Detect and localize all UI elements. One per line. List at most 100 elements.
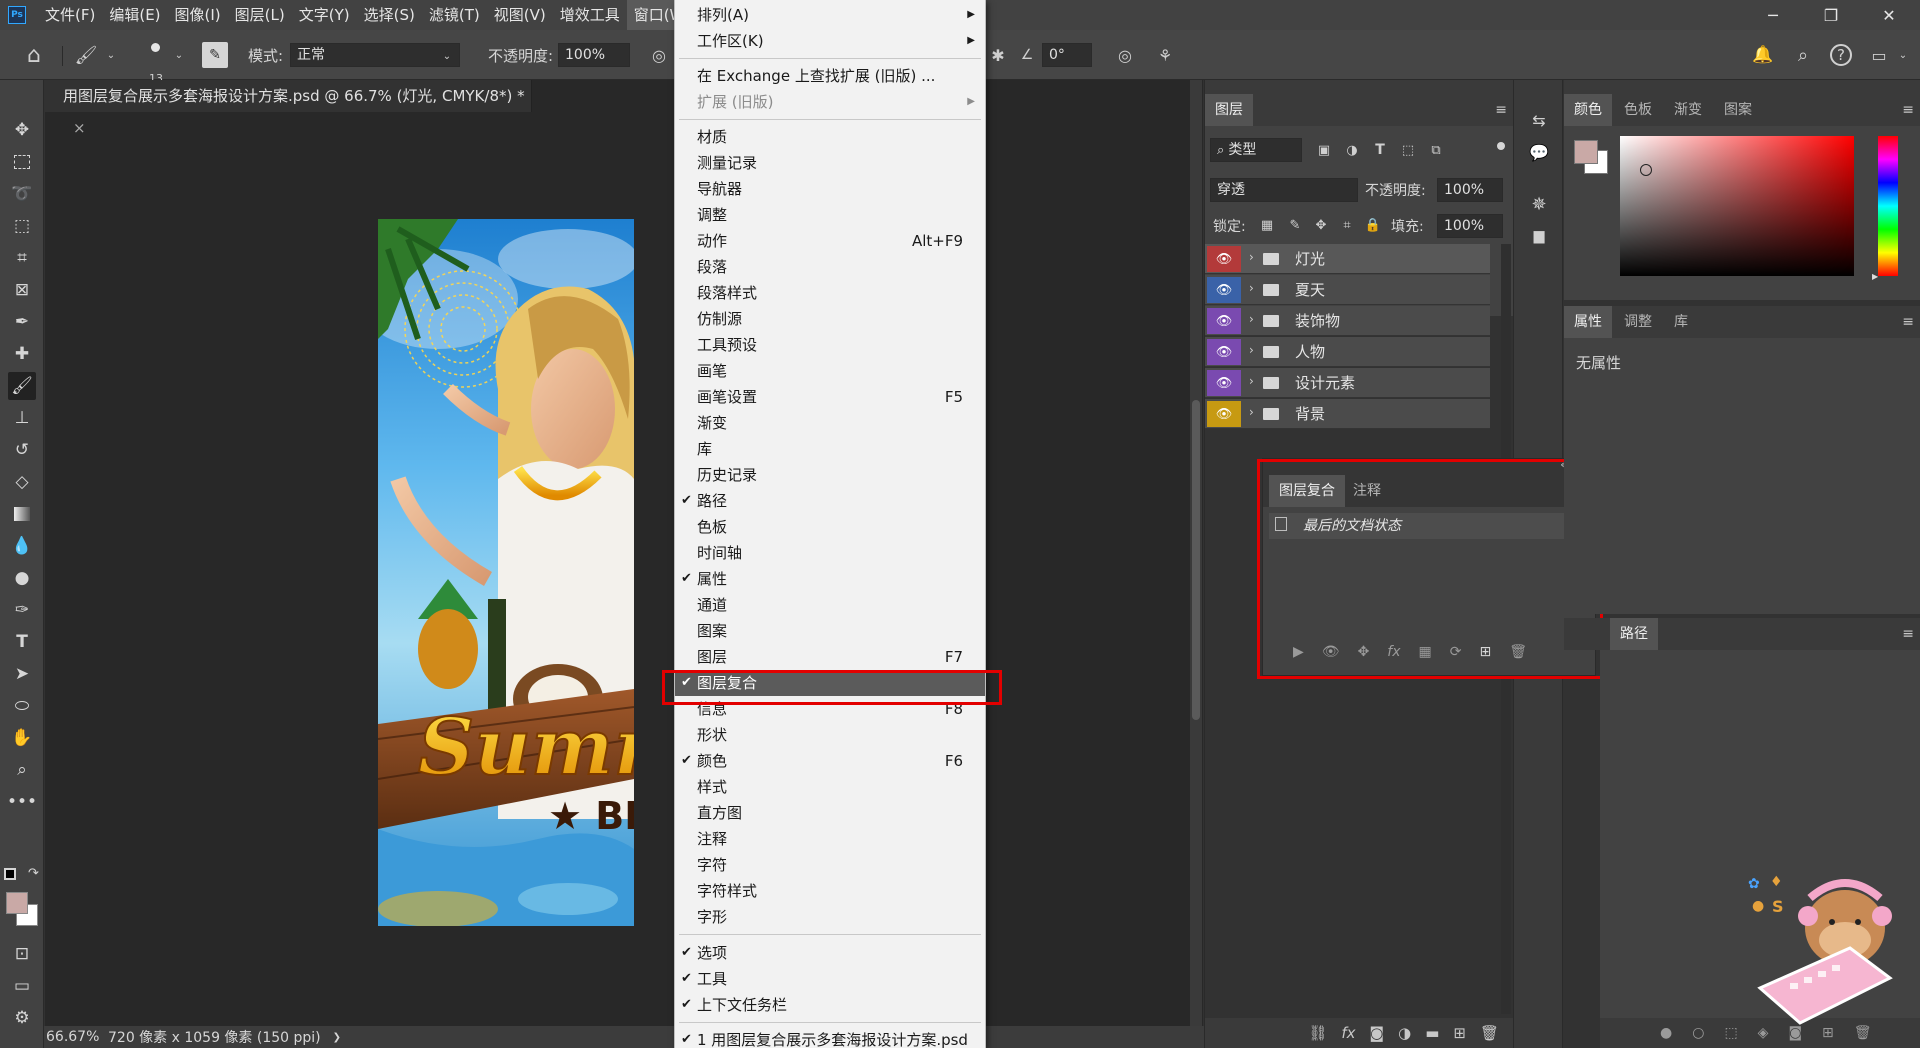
window-menu-item-33[interactable]: 字符样式 <box>675 878 985 904</box>
blend-mode-select[interactable]: 穿透 <box>1210 178 1358 202</box>
default-colors-icon[interactable] <box>4 868 16 880</box>
window-menu-item-14[interactable]: 画笔设置 F5 <box>675 384 985 410</box>
window-menu-item-35[interactable]: ✔ 选项 <box>675 940 985 966</box>
load-selection-icon[interactable]: ⬚ <box>1724 1025 1737 1041</box>
window-menu-item-1[interactable]: 工作区(K) ▶ <box>675 28 985 54</box>
new-layer-icon[interactable]: ⊞ <box>1453 1024 1466 1042</box>
window-menu-item-20[interactable]: 时间轴 <box>675 540 985 566</box>
window-menu-item-31[interactable]: 注释 <box>675 826 985 852</box>
lock-image-icon[interactable]: ✎ <box>1285 214 1305 236</box>
filter-smart-object-icon[interactable]: ⧉ <box>1425 138 1447 162</box>
expand-chevron-icon[interactable]: › <box>1249 250 1254 264</box>
symmetry-icon[interactable]: ⚘ <box>1152 42 1178 68</box>
window-menu-item-38[interactable]: ✔ 1 用图层复合展示多套海报设计方案.psd <box>675 1027 985 1048</box>
layer-row[interactable]: 👁 › 装饰物 <box>1205 306 1490 336</box>
tab-libraries[interactable]: 库 <box>1664 306 1698 338</box>
hue-slider-handle[interactable]: ▶ <box>1872 272 1878 281</box>
clone-stamp-tool-icon[interactable]: ⊥ <box>8 404 36 432</box>
window-menu-item-6[interactable]: 导航器 <box>675 176 985 202</box>
menu-6[interactable]: 滤镜(T) <box>422 0 487 30</box>
move-tool-icon[interactable]: ✥ <box>8 116 36 144</box>
pressure-opacity-icon[interactable]: ◎ <box>646 42 672 68</box>
tab-adjustments[interactable]: 调整 <box>1614 306 1662 338</box>
close-button[interactable]: ✕ <box>1860 0 1918 30</box>
window-menu-item-7[interactable]: 调整 <box>675 202 985 228</box>
healing-brush-tool-icon[interactable]: ✚ <box>8 340 36 368</box>
color-field[interactable] <box>1620 136 1854 276</box>
panel-menu-icon[interactable]: ≡ <box>1902 626 1914 642</box>
filter-shape-icon[interactable]: ⬚ <box>1397 138 1419 162</box>
new-group-icon[interactable]: ▬ <box>1425 1024 1439 1042</box>
history-brush-tool-icon[interactable]: ↺ <box>8 436 36 464</box>
window-menu-item-30[interactable]: 直方图 <box>675 800 985 826</box>
window-menu-item-9[interactable]: 段落 <box>675 254 985 280</box>
layer-row[interactable]: 👁 › 背景 <box>1205 399 1490 429</box>
pressure-size-icon[interactable]: ◎ <box>1112 42 1138 68</box>
window-menu-item-32[interactable]: 字符 <box>675 852 985 878</box>
chevron-down-icon[interactable]: ⌄ <box>440 46 454 66</box>
stroke-path-icon[interactable]: ○ <box>1692 1025 1704 1041</box>
window-menu-item-13[interactable]: 画笔 <box>675 358 985 384</box>
scroll-thumb[interactable] <box>1192 400 1200 720</box>
foreground-swatch[interactable] <box>1574 140 1598 164</box>
filter-kind-select[interactable]: ⌕ 类型 <box>1210 138 1302 162</box>
opacity-field[interactable]: 100% <box>558 43 630 67</box>
window-menu-item-22[interactable]: 通道 <box>675 592 985 618</box>
menu-7[interactable]: 视图(V) <box>487 0 553 30</box>
dodge-tool-icon[interactable]: ● <box>8 564 36 592</box>
window-menu-item-3[interactable]: 扩展 (旧版) ▶ <box>675 89 985 115</box>
visibility-eye-icon[interactable]: 👁 <box>1207 339 1241 365</box>
tab-layers[interactable]: 图层 <box>1205 94 1253 126</box>
layer-row[interactable]: 👁 › 人物 <box>1205 337 1490 367</box>
panel-menu-icon[interactable]: ≡ <box>1495 102 1507 118</box>
eraser-tool-icon[interactable]: ◇ <box>8 468 36 496</box>
tab-swatches[interactable]: 色板 <box>1614 94 1662 126</box>
filter-adjustment-icon[interactable]: ◑ <box>1341 138 1363 162</box>
layer-row[interactable]: 👁 › 设计元素 <box>1205 368 1490 398</box>
visibility-eye-icon[interactable]: 👁 <box>1207 308 1241 334</box>
window-menu-item-2[interactable]: 在 Exchange 上查找扩展 (旧版) ... <box>675 63 985 89</box>
menu-1[interactable]: 编辑(E) <box>102 0 167 30</box>
edit-toolbar-icon[interactable]: ⚙ <box>8 1004 36 1032</box>
ellipse-tool-icon[interactable]: ⬭ <box>8 692 36 720</box>
screen-mode-icon[interactable]: ▭ <box>8 972 36 1000</box>
layer-row[interactable]: 👁 › 夏天 <box>1205 275 1490 305</box>
window-menu-item-34[interactable]: 字形 <box>675 904 985 930</box>
zoom-tool-icon[interactable]: ⌕ <box>8 756 36 784</box>
adjustment-layer-icon[interactable]: ◑ <box>1398 1024 1411 1042</box>
chevron-down-icon[interactable]: ⌄ <box>104 42 118 68</box>
window-menu-item-10[interactable]: 段落样式 <box>675 280 985 306</box>
filter-toggle-icon[interactable] <box>1497 142 1505 150</box>
window-menu-item-28[interactable]: ✔ 颜色 F6 <box>675 748 985 774</box>
minimize-button[interactable]: ─ <box>1744 0 1802 30</box>
history-icon[interactable]: ⇆ <box>1526 108 1552 132</box>
type-tool-icon[interactable]: T <box>8 628 36 656</box>
delete-layer-icon[interactable]: 🗑 <box>1480 1024 1499 1042</box>
tab-color[interactable]: 颜色 <box>1564 94 1612 126</box>
quick-mask-icon[interactable]: ⊡ <box>8 940 36 968</box>
home-icon[interactable]: ⌂ <box>20 42 48 68</box>
window-menu-item-24[interactable]: 图层 F7 <box>675 644 985 670</box>
help-icon[interactable]: ? <box>1830 44 1852 66</box>
window-menu-item-21[interactable]: ✔ 属性 <box>675 566 985 592</box>
histogram-icon[interactable]: ▆ <box>1526 224 1552 248</box>
notifications-icon[interactable]: 🔔 <box>1750 42 1776 68</box>
menu-2[interactable]: 图像(I) <box>168 0 228 30</box>
fill-path-icon[interactable]: ● <box>1660 1025 1672 1041</box>
hue-slider[interactable] <box>1878 136 1898 276</box>
link-layers-icon[interactable]: ⛓ <box>1308 1024 1327 1042</box>
brush-tool-icon[interactable]: 🖌 <box>8 372 36 400</box>
lock-position-icon[interactable]: ✥ <box>1311 214 1331 236</box>
visibility-eye-icon[interactable]: 👁 <box>1207 370 1241 396</box>
frame-tool-icon[interactable]: ⊠ <box>8 276 36 304</box>
layer-opacity-field[interactable]: 100% <box>1437 178 1503 202</box>
swap-colors-icon[interactable]: ↷ <box>28 866 39 881</box>
hand-tool-icon[interactable]: ✋ <box>8 724 36 752</box>
pen-tool-icon[interactable]: ✑ <box>8 596 36 624</box>
mode-select[interactable]: 正常 <box>290 43 460 67</box>
brush-icon[interactable]: 🖌 <box>74 42 98 68</box>
window-menu-item-18[interactable]: ✔ 路径 <box>675 488 985 514</box>
window-menu-item-19[interactable]: 色板 <box>675 514 985 540</box>
visibility-eye-icon[interactable]: 👁 <box>1207 277 1241 303</box>
crop-tool-icon[interactable]: ⌗ <box>8 244 36 272</box>
